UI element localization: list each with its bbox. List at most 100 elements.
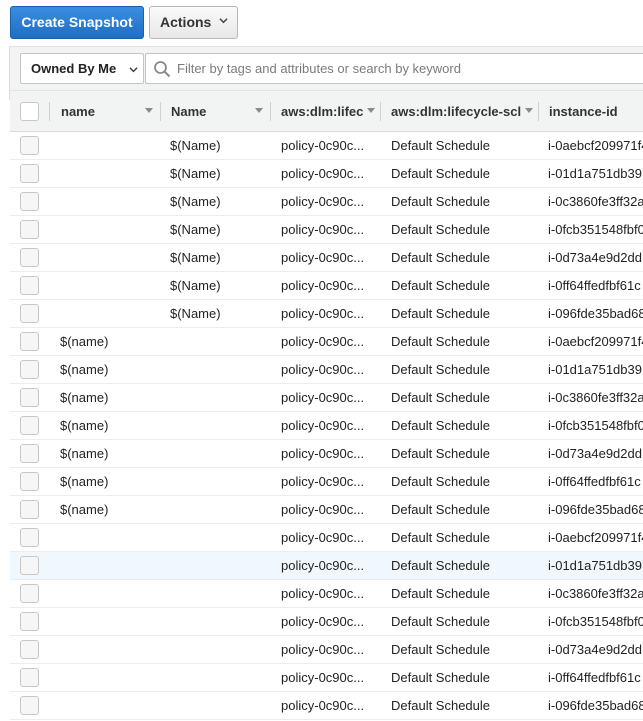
row-checkbox[interactable] [20, 556, 39, 575]
table-row[interactable]: $(Name) policy-0c90c... Default Schedule i-… [10, 160, 643, 188]
table-row[interactable]: policy-0c90c... Default Schedule i-0ff64ff… [10, 664, 643, 692]
column-header-lifecycle-policy[interactable]: aws:dlm:lifec [281, 91, 365, 132]
column-header-name-upper[interactable]: Name [171, 91, 261, 132]
cell-lifecycle-schedule: Default Schedule [391, 222, 491, 237]
column-separator [270, 102, 271, 121]
cell-lifecycle-policy: policy-0c90c... [281, 222, 365, 237]
column-separator [380, 102, 381, 121]
cell-name: $(name) [60, 502, 109, 517]
cell-instance-id: i-01d1a751db39 [548, 558, 642, 573]
sort-caret-icon[interactable] [255, 108, 263, 114]
row-checkbox[interactable] [20, 584, 39, 603]
row-checkbox[interactable] [20, 612, 39, 631]
table-row[interactable]: $(Name) policy-0c90c... Default Schedule i-… [10, 272, 643, 300]
cell-instance-id: i-01d1a751db39 [548, 166, 642, 181]
table-row[interactable]: policy-0c90c... Default Schedule i-0d73a4e… [10, 636, 643, 664]
row-checkbox[interactable] [20, 304, 39, 323]
sort-caret-icon[interactable] [367, 108, 375, 114]
table-row[interactable]: $(name) policy-0c90c... Default Schedule i-… [10, 412, 643, 440]
row-checkbox[interactable] [20, 388, 39, 407]
owned-by-dropdown[interactable]: Owned By Me [20, 53, 144, 84]
column-header-name-lower[interactable]: name [61, 91, 151, 132]
table-row[interactable]: $(Name) policy-0c90c... Default Schedule i-… [10, 300, 643, 328]
table-row[interactable]: $(Name) policy-0c90c... Default Schedule i-… [10, 132, 643, 160]
row-checkbox[interactable] [20, 220, 39, 239]
row-checkbox[interactable] [20, 164, 39, 183]
column-header-instance-id[interactable]: instance-id [549, 91, 643, 132]
cell-name: $(name) [60, 362, 109, 377]
cell-instance-id: i-0ff64ffedfbf61c [548, 278, 641, 293]
row-checkbox[interactable] [20, 668, 39, 687]
cell-instance-id: i-0ff64ffedfbf61c [548, 670, 641, 685]
table-body: $(Name) policy-0c90c... Default Schedule i-… [10, 132, 643, 720]
search-box[interactable] [145, 53, 643, 84]
row-checkbox[interactable] [20, 696, 39, 715]
chevron-down-icon [219, 18, 228, 24]
table-row[interactable]: $(Name) policy-0c90c... Default Schedule i-… [10, 244, 643, 272]
row-checkbox[interactable] [20, 640, 39, 659]
cell-instance-id: i-0aebcf209971f4 [548, 530, 643, 545]
table-row[interactable]: $(name) policy-0c90c... Default Schedule i-… [10, 440, 643, 468]
cell-lifecycle-policy: policy-0c90c... [281, 166, 365, 181]
row-checkbox[interactable] [20, 248, 39, 267]
cell-Name [170, 524, 270, 551]
table-header: name Name aws:dlm:lifec aws:dlm:lifecycl… [10, 90, 643, 132]
table-row[interactable]: policy-0c90c... Default Schedule i-0fcb351… [10, 608, 643, 636]
create-snapshot-button[interactable]: Create Snapshot [10, 6, 144, 39]
row-checkbox[interactable] [20, 472, 39, 491]
cell-instance-id: i-0d73a4e9d2dd [548, 446, 642, 461]
actions-button[interactable]: Actions [149, 6, 238, 39]
cell-name: $(name) [60, 390, 109, 405]
cell-instance-id: i-096fde35bad68 [548, 698, 643, 713]
cell-instance-id: i-0ff64ffedfbf61c [548, 474, 641, 489]
search-input[interactable] [177, 56, 637, 81]
cell-name [60, 244, 160, 271]
table-row[interactable]: policy-0c90c... Default Schedule i-0aebcf2… [10, 524, 643, 552]
table-row[interactable]: $(name) policy-0c90c... Default Schedule i-… [10, 468, 643, 496]
actions-label: Actions [160, 14, 212, 30]
column-header-lifecycle-schedule[interactable]: aws:dlm:lifecycle-scl [391, 91, 523, 132]
cell-instance-id: i-0fcb351548fbf0 [548, 614, 643, 629]
cell-instance-id: i-0d73a4e9d2dd [548, 250, 642, 265]
row-checkbox[interactable] [20, 528, 39, 547]
table-row[interactable]: policy-0c90c... Default Schedule i-096fde3… [10, 692, 643, 720]
sort-caret-icon[interactable] [525, 108, 533, 114]
table-row[interactable]: $(name) policy-0c90c... Default Schedule i-… [10, 356, 643, 384]
table-row[interactable]: $(name) policy-0c90c... Default Schedule i-… [10, 496, 643, 524]
cell-instance-id: i-096fde35bad68 [548, 502, 643, 517]
row-checkbox[interactable] [20, 332, 39, 351]
cell-Name [170, 356, 270, 383]
row-checkbox[interactable] [20, 360, 39, 379]
cell-lifecycle-schedule: Default Schedule [391, 642, 491, 657]
chevron-down-icon [129, 67, 138, 73]
cell-name: $(name) [60, 474, 109, 489]
select-all-checkbox[interactable] [20, 102, 39, 121]
row-checkbox[interactable] [20, 136, 39, 155]
table-row[interactable]: $(Name) policy-0c90c... Default Schedule i-… [10, 216, 643, 244]
cell-lifecycle-policy: policy-0c90c... [281, 138, 365, 153]
row-checkbox[interactable] [20, 416, 39, 435]
table-row[interactable]: $(name) policy-0c90c... Default Schedule i-… [10, 384, 643, 412]
row-checkbox[interactable] [20, 444, 39, 463]
row-checkbox[interactable] [20, 500, 39, 519]
cell-Name: $(Name) [170, 222, 221, 237]
table-row[interactable]: policy-0c90c... Default Schedule i-01d1a75… [10, 552, 643, 580]
cell-lifecycle-schedule: Default Schedule [391, 502, 491, 517]
cell-instance-id: i-0fcb351548fbf0 [548, 222, 643, 237]
sort-caret-icon[interactable] [145, 108, 153, 114]
cell-lifecycle-schedule: Default Schedule [391, 418, 491, 433]
cell-Name [170, 412, 270, 439]
cell-name [60, 300, 160, 327]
cell-lifecycle-policy: policy-0c90c... [281, 586, 365, 601]
cell-lifecycle-schedule: Default Schedule [391, 614, 491, 629]
cell-Name: $(Name) [170, 250, 221, 265]
table-row[interactable]: $(name) policy-0c90c... Default Schedule i-… [10, 328, 643, 356]
table-row[interactable]: policy-0c90c... Default Schedule i-0c3860f… [10, 580, 643, 608]
snapshots-table: name Name aws:dlm:lifec aws:dlm:lifecycl… [10, 90, 643, 721]
row-checkbox[interactable] [20, 276, 39, 295]
cell-lifecycle-policy: policy-0c90c... [281, 306, 365, 321]
cell-Name [170, 384, 270, 411]
cell-lifecycle-policy: policy-0c90c... [281, 642, 365, 657]
table-row[interactable]: $(Name) policy-0c90c... Default Schedule i-… [10, 188, 643, 216]
row-checkbox[interactable] [20, 192, 39, 211]
